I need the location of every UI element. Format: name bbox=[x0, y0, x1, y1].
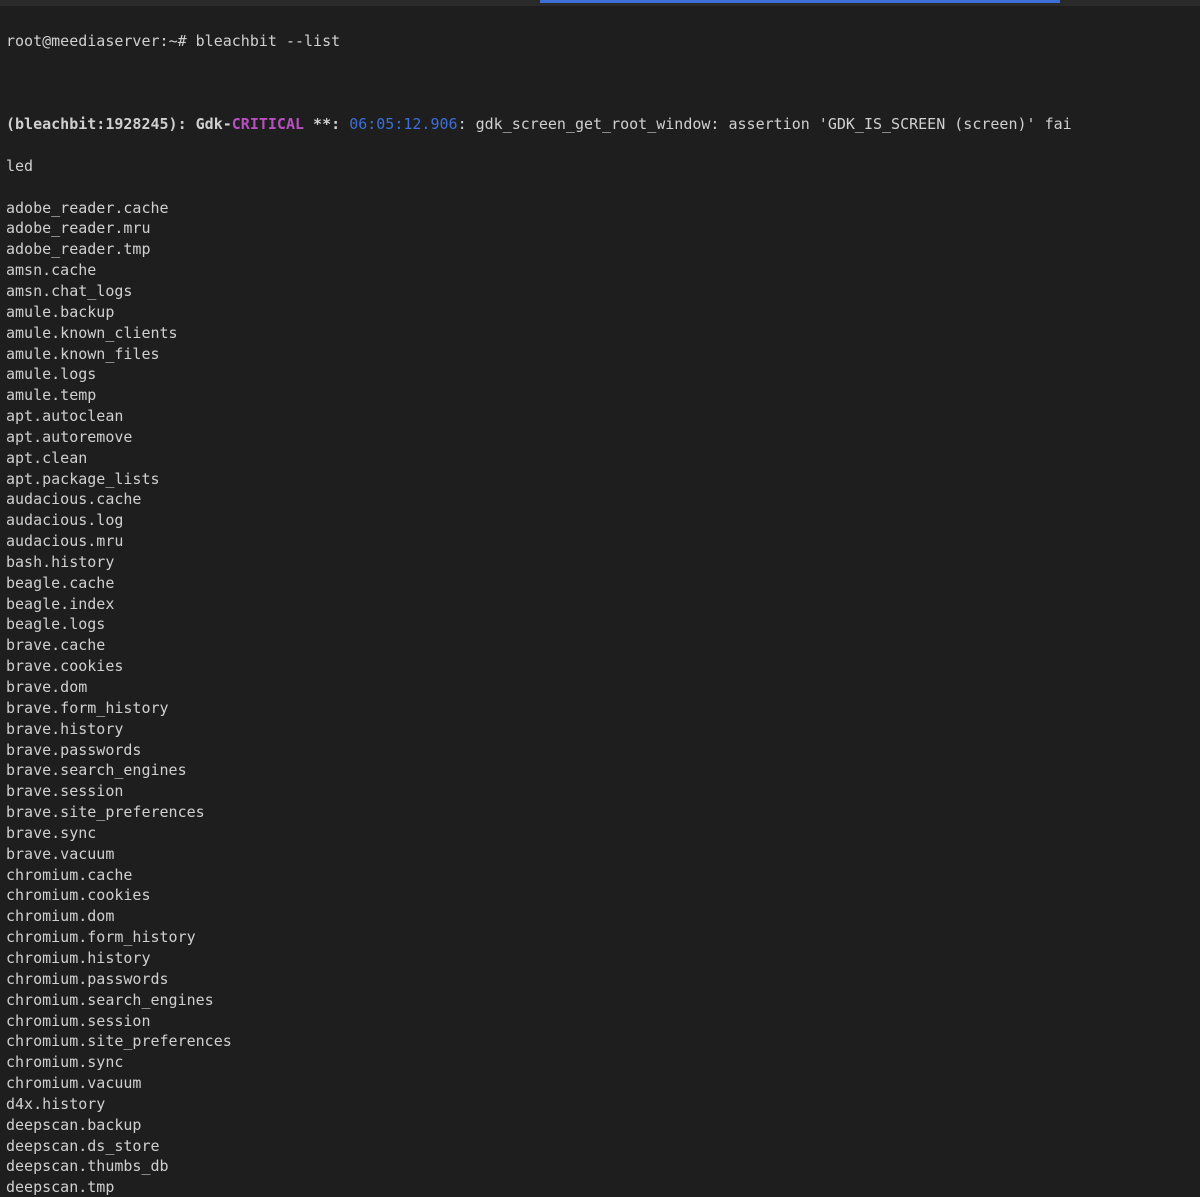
error-stars: **: bbox=[304, 115, 349, 133]
cleaner-item: brave.form_history bbox=[6, 698, 1194, 719]
prompt-user-host: root@meediaserver: bbox=[6, 32, 169, 50]
cleaner-item: deepscan.tmp bbox=[6, 1177, 1194, 1197]
cleaner-item: beagle.logs bbox=[6, 614, 1194, 635]
cleaner-item: d4x.history bbox=[6, 1094, 1194, 1115]
cleaner-item: brave.sync bbox=[6, 823, 1194, 844]
prompt-symbol: # bbox=[178, 32, 196, 50]
cleaner-item: amule.logs bbox=[6, 364, 1194, 385]
cleaner-item: chromium.history bbox=[6, 948, 1194, 969]
command-text: bleachbit --list bbox=[196, 32, 341, 50]
error-timestamp: 06:05:12.906 bbox=[349, 115, 457, 133]
cleaner-item: chromium.search_engines bbox=[6, 990, 1194, 1011]
cleaner-item: brave.session bbox=[6, 781, 1194, 802]
cleaner-item: apt.autoclean bbox=[6, 406, 1194, 427]
cleaner-item: amule.backup bbox=[6, 302, 1194, 323]
cleaner-item: amule.known_clients bbox=[6, 323, 1194, 344]
error-severity: CRITICAL bbox=[232, 115, 304, 133]
error-line-2: led bbox=[6, 156, 1194, 177]
cleaner-item: apt.package_lists bbox=[6, 469, 1194, 490]
cleaner-item: brave.history bbox=[6, 719, 1194, 740]
cleaner-item: bash.history bbox=[6, 552, 1194, 573]
cleaner-item: audacious.log bbox=[6, 510, 1194, 531]
cleaner-item: chromium.form_history bbox=[6, 927, 1194, 948]
cleaner-item: brave.passwords bbox=[6, 740, 1194, 761]
cleaner-item: chromium.dom bbox=[6, 906, 1194, 927]
cleaner-item: beagle.cache bbox=[6, 573, 1194, 594]
cleaner-item: amule.temp bbox=[6, 385, 1194, 406]
prompt-cwd: ~ bbox=[169, 32, 178, 50]
terminal-output[interactable]: root@meediaserver:~# bleachbit --list (b… bbox=[0, 6, 1200, 1197]
cleaner-item: brave.cache bbox=[6, 635, 1194, 656]
cleaner-item: brave.vacuum bbox=[6, 844, 1194, 865]
cleaner-item: audacious.cache bbox=[6, 489, 1194, 510]
cleaner-item: amsn.cache bbox=[6, 260, 1194, 281]
cleaner-item: brave.cookies bbox=[6, 656, 1194, 677]
cleaner-item: chromium.cookies bbox=[6, 885, 1194, 906]
cleaner-item: chromium.site_preferences bbox=[6, 1031, 1194, 1052]
error-colon: : bbox=[458, 115, 476, 133]
cleaner-item: chromium.vacuum bbox=[6, 1073, 1194, 1094]
error-line-1: (bleachbit:1928245): Gdk-CRITICAL **: 06… bbox=[6, 114, 1194, 135]
error-prefix: (bleachbit:1928245): Gdk- bbox=[6, 115, 232, 133]
blank-line bbox=[6, 73, 1194, 94]
prompt-line: root@meediaserver:~# bleachbit --list bbox=[6, 31, 1194, 52]
window-titlebar bbox=[0, 0, 1200, 6]
cleaner-item: deepscan.backup bbox=[6, 1115, 1194, 1136]
cleaner-item: brave.search_engines bbox=[6, 760, 1194, 781]
cleaner-item: chromium.session bbox=[6, 1011, 1194, 1032]
cleaner-item: amsn.chat_logs bbox=[6, 281, 1194, 302]
cleaner-item: brave.dom bbox=[6, 677, 1194, 698]
cleaner-list: adobe_reader.cacheadobe_reader.mruadobe_… bbox=[6, 198, 1194, 1197]
cleaner-item: audacious.mru bbox=[6, 531, 1194, 552]
cleaner-item: chromium.passwords bbox=[6, 969, 1194, 990]
cleaner-item: chromium.cache bbox=[6, 865, 1194, 886]
cleaner-item: adobe_reader.tmp bbox=[6, 239, 1194, 260]
cleaner-item: adobe_reader.cache bbox=[6, 198, 1194, 219]
cleaner-item: brave.site_preferences bbox=[6, 802, 1194, 823]
cleaner-item: apt.autoremove bbox=[6, 427, 1194, 448]
cleaner-item: apt.clean bbox=[6, 448, 1194, 469]
cleaner-item: deepscan.thumbs_db bbox=[6, 1156, 1194, 1177]
titlebar-accent bbox=[540, 0, 1060, 3]
cleaner-item: chromium.sync bbox=[6, 1052, 1194, 1073]
cleaner-item: amule.known_files bbox=[6, 344, 1194, 365]
error-message-2: led bbox=[6, 157, 33, 175]
cleaner-item: deepscan.ds_store bbox=[6, 1136, 1194, 1157]
cleaner-item: adobe_reader.mru bbox=[6, 218, 1194, 239]
error-message-1: gdk_screen_get_root_window: assertion 'G… bbox=[476, 115, 1072, 133]
cleaner-item: beagle.index bbox=[6, 594, 1194, 615]
